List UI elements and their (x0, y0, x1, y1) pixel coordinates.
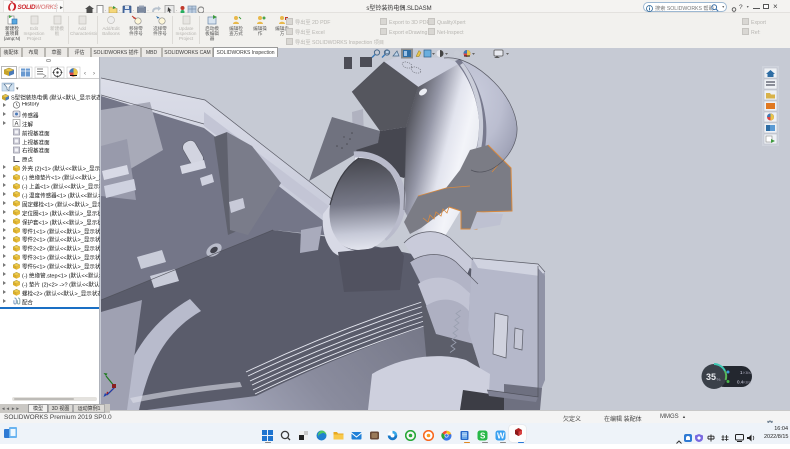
svg-text:0.4KB/s: 0.4KB/s (737, 380, 751, 385)
svg-text:›: › (93, 71, 95, 77)
svg-text:%: % (717, 377, 721, 382)
svg-text:A: A (15, 122, 19, 128)
svg-text:S: S (480, 431, 486, 440)
svg-text:1 KB/s: 1 KB/s (740, 370, 751, 375)
svg-text:W: W (497, 431, 505, 440)
svg-text:‹: ‹ (84, 71, 86, 77)
svg-text:SOLIDWORKS: SOLIDWORKS (18, 4, 59, 11)
svg-text:35: 35 (706, 372, 716, 382)
